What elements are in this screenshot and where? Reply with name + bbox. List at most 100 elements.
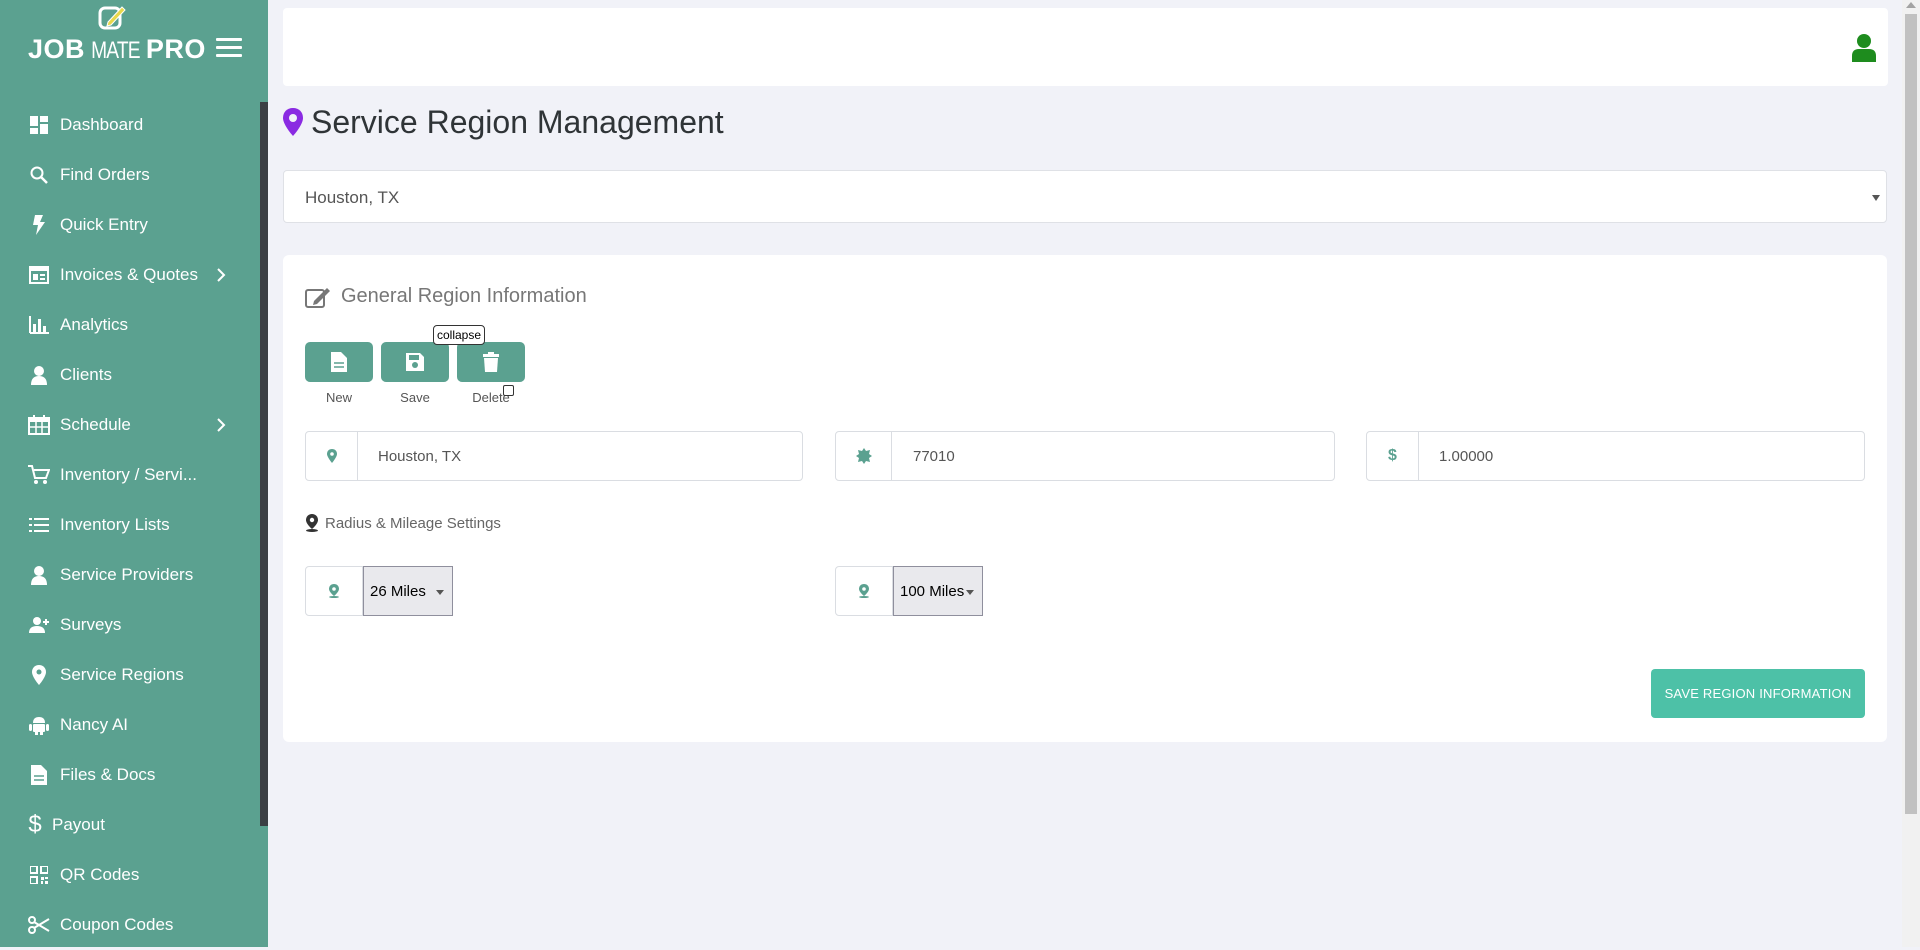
delete-button-label: Delete xyxy=(472,390,510,405)
sidebar-item-nancy-ai[interactable]: Nancy AI xyxy=(0,700,260,750)
card-header: General Region Information xyxy=(305,285,587,308)
sidebar-item-label: Nancy AI xyxy=(60,715,129,734)
chevron-right-icon xyxy=(217,268,226,282)
multiplier-field: $ xyxy=(1366,431,1865,481)
sidebar-item-coupon-codes[interactable]: Coupon Codes xyxy=(0,900,260,950)
sidebar-item-label: Inventory / Servi... xyxy=(60,465,197,484)
sidebar-item-files-docs[interactable]: Files & Docs xyxy=(0,750,260,800)
map-pin-icon xyxy=(326,449,337,463)
menu-toggle-icon[interactable] xyxy=(216,38,242,58)
map-pin-icon xyxy=(28,664,50,686)
sidebar-item-label: Analytics xyxy=(60,315,129,334)
zip-code-input[interactable] xyxy=(913,432,1313,480)
sidebar-item-payout[interactable]: $ Payout xyxy=(0,800,260,850)
region-select[interactable]: Houston, TX xyxy=(283,170,1887,223)
trash-icon xyxy=(483,352,499,372)
caret-down-icon xyxy=(1872,195,1880,201)
top-bar xyxy=(283,8,1888,86)
caret-down-icon xyxy=(436,590,444,595)
field-addon xyxy=(835,566,893,616)
map-pin-icon xyxy=(283,108,303,136)
caret-down-icon xyxy=(966,590,974,595)
bar-chart-icon xyxy=(28,314,50,336)
certificate-icon xyxy=(855,448,872,464)
scissors-icon xyxy=(28,914,50,936)
sidebar-item-dashboard[interactable]: Dashboard xyxy=(0,100,260,150)
save-button[interactable] xyxy=(381,342,449,382)
sidebar-item-analytics[interactable]: Analytics xyxy=(0,300,260,350)
region-name-input[interactable] xyxy=(378,432,788,480)
radius-heading-text: Radius & Mileage Settings xyxy=(325,514,501,532)
brand-name: JOB MATE PRO xyxy=(28,34,206,64)
sidebar-nav: Dashboard Find Orders Quick Entry Invoic… xyxy=(0,100,260,950)
floppy-disk-icon xyxy=(406,353,424,371)
android-icon xyxy=(28,714,50,736)
sidebar: JOB MATE PRO Dashboard Find Orders Quick E… xyxy=(0,0,268,947)
sidebar-item-inventory-services[interactable]: Inventory / Servi... xyxy=(0,450,260,500)
sidebar-item-find-orders[interactable]: Find Orders xyxy=(0,150,260,200)
sidebar-item-label: Find Orders xyxy=(60,165,150,184)
list-icon xyxy=(28,514,50,536)
field-addon xyxy=(305,566,363,616)
new-button[interactable] xyxy=(305,342,373,382)
sidebar-item-inventory-lists[interactable]: Inventory Lists xyxy=(0,500,260,550)
save-region-button[interactable]: SAVE REGION INFORMATION xyxy=(1651,669,1865,718)
delete-button[interactable] xyxy=(457,342,525,382)
sidebar-item-label: Surveys xyxy=(60,615,122,634)
mileage-select[interactable]: 100 Miles xyxy=(893,566,983,616)
sidebar-item-label: Coupon Codes xyxy=(60,915,174,934)
invoice-icon xyxy=(28,264,50,286)
sidebar-item-label: Inventory Lists xyxy=(60,515,170,534)
sidebar-item-clients[interactable]: Clients xyxy=(0,350,260,400)
scroll-up-arrow-icon[interactable] xyxy=(1906,2,1916,8)
mileage-select-value: 100 Miles xyxy=(900,583,965,600)
sidebar-item-surveys[interactable]: Surveys xyxy=(0,600,260,650)
map-marker-icon xyxy=(329,584,339,598)
radius-select[interactable]: 26 Miles xyxy=(363,566,453,616)
sidebar-item-label: Service Providers xyxy=(60,565,194,584)
lightning-icon xyxy=(28,214,50,236)
brand-logo[interactable]: JOB MATE PRO xyxy=(28,0,248,80)
map-marker-icon xyxy=(306,514,318,532)
file-icon xyxy=(28,764,50,786)
radius-select-value: 26 Miles xyxy=(370,583,426,600)
field-addon xyxy=(306,432,358,480)
sidebar-item-service-providers[interactable]: Service Providers xyxy=(0,550,260,600)
sidebar-item-label: Payout xyxy=(52,815,105,834)
sidebar-item-label: Files & Docs xyxy=(60,765,156,784)
edit-icon xyxy=(305,287,330,308)
sidebar-item-label: Dashboard xyxy=(60,115,144,134)
sidebar-item-label: Clients xyxy=(60,365,112,384)
collapse-checkbox[interactable] xyxy=(503,385,514,396)
region-select-value: Houston, TX xyxy=(305,188,400,207)
user-icon xyxy=(28,364,50,386)
cart-icon xyxy=(28,464,50,486)
sidebar-item-label: Quick Entry xyxy=(60,215,148,234)
search-icon xyxy=(28,164,50,186)
new-button-label: New xyxy=(325,390,352,405)
sidebar-item-label: Schedule xyxy=(60,415,131,434)
sidebar-item-service-regions[interactable]: Service Regions xyxy=(0,650,260,700)
page-title-text: Service Region Management xyxy=(311,103,724,140)
map-marker-icon xyxy=(859,584,869,598)
chevron-right-icon xyxy=(217,418,226,432)
sidebar-item-quick-entry[interactable]: Quick Entry xyxy=(0,200,260,250)
tooltip: collapse xyxy=(433,325,486,345)
user-add-icon xyxy=(28,614,50,636)
card-heading: General Region Information xyxy=(341,285,587,307)
multiplier-input[interactable] xyxy=(1439,432,1849,480)
sidebar-item-qr-codes[interactable]: QR Codes xyxy=(0,850,260,900)
user-account-icon[interactable] xyxy=(1852,34,1876,62)
sidebar-item-schedule[interactable]: Schedule xyxy=(0,400,260,450)
sidebar-item-invoices[interactable]: Invoices & Quotes xyxy=(0,250,260,300)
page-scrollbar[interactable] xyxy=(1902,0,1920,947)
dollar-icon: $ xyxy=(28,811,42,838)
pencil-square-icon xyxy=(98,6,126,30)
sidebar-item-label: QR Codes xyxy=(60,865,140,884)
sidebar-scrollbar[interactable] xyxy=(260,102,268,826)
region-name-field xyxy=(305,431,803,481)
calendar-icon xyxy=(28,414,50,436)
scrollbar-thumb[interactable] xyxy=(1905,14,1917,814)
page-title: Service Region Management xyxy=(283,102,724,142)
field-addon xyxy=(836,432,892,480)
